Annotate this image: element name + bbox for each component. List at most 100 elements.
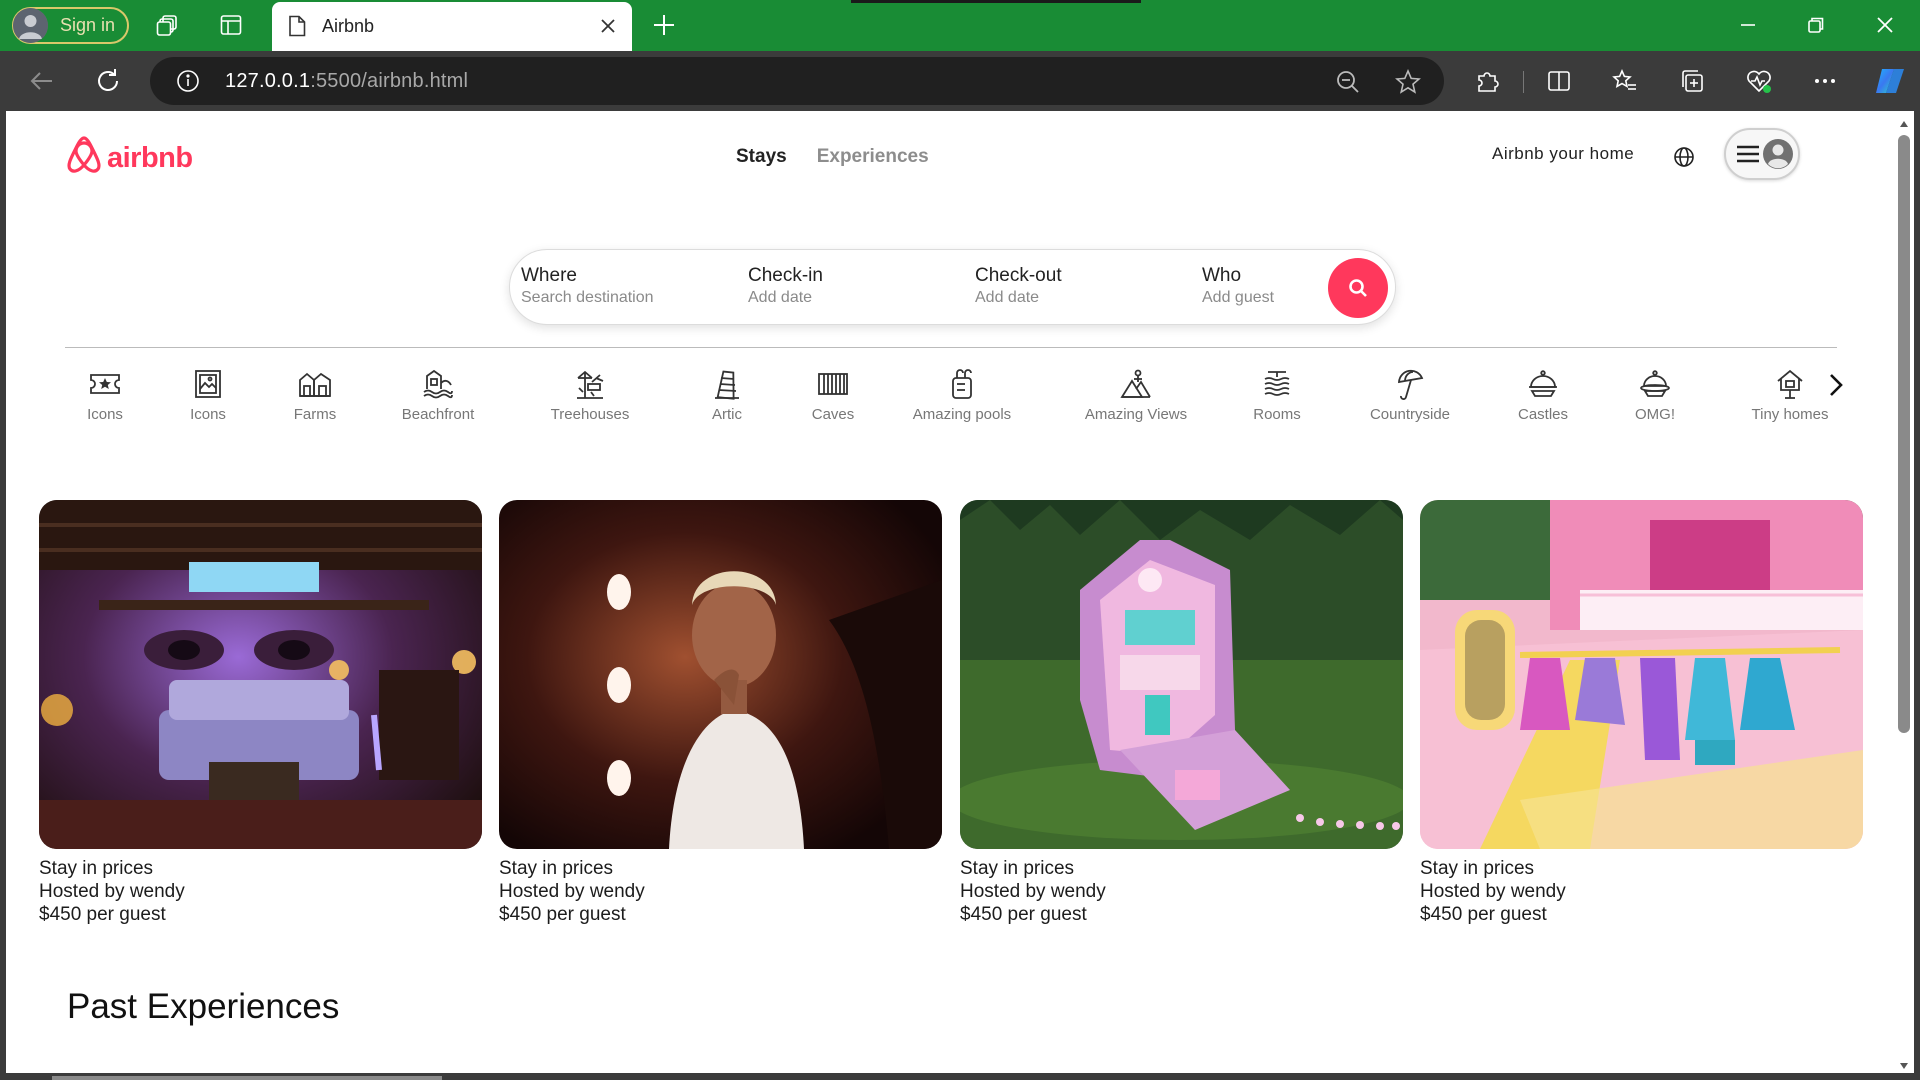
listing-card[interactable]: Stay in prices Hosted by wendy $450 per …: [499, 500, 942, 926]
search-icon: [1348, 278, 1368, 298]
scroll-up-arrow-icon[interactable]: [1899, 116, 1909, 127]
airbnb-your-home-link[interactable]: Airbnb your home: [1492, 144, 1634, 164]
ufo-icon: [1637, 366, 1673, 402]
extensions-icon[interactable]: [1473, 67, 1501, 95]
listing-price: $450 per guest: [39, 904, 166, 925]
star-ticket-icon: [87, 366, 123, 402]
horizontal-scrollbar-thumb[interactable]: [52, 1076, 442, 1080]
logo-wordmark: airbnb: [107, 142, 193, 174]
category-rooms[interactable]: Rooms: [1242, 366, 1312, 423]
minimize-icon[interactable]: [1735, 12, 1761, 38]
category-icons-2[interactable]: Icons: [168, 366, 248, 423]
new-tab-icon[interactable]: [651, 12, 677, 38]
tab-stays[interactable]: Stays: [736, 146, 787, 168]
past-experiences-heading: Past Experiences: [67, 987, 340, 1026]
tab-actions-icon[interactable]: [218, 12, 244, 38]
airbnb-belo-icon: [65, 136, 103, 181]
listing-card[interactable]: Stay in prices Hosted by wendy $450 per …: [1420, 500, 1863, 926]
url-text[interactable]: 127.0.0.1:5500/airbnb.html: [225, 70, 468, 93]
profile-avatar-icon: [13, 8, 48, 43]
zoom-out-icon[interactable]: [1335, 69, 1361, 95]
listing-host: Hosted by wendy: [39, 881, 185, 902]
address-bar[interactable]: 127.0.0.1:5500/airbnb.html: [150, 57, 1444, 105]
grill-icon: [815, 366, 851, 402]
barn-icon: [297, 366, 333, 402]
active-browser-tab[interactable]: Airbnb: [272, 2, 632, 51]
split-screen-icon[interactable]: [1545, 67, 1573, 95]
toolbar-separator: [1523, 71, 1524, 93]
category-amazing-pools[interactable]: Amazing pools: [902, 366, 1022, 423]
umbrella-icon: [1392, 366, 1428, 402]
category-artic[interactable]: Artic: [692, 366, 762, 423]
check-out-field[interactable]: Check-out Add date: [975, 265, 1062, 307]
category-treehouses[interactable]: Treehouses: [535, 366, 645, 423]
signin-label: Sign in: [60, 15, 116, 35]
restore-icon[interactable]: [1803, 12, 1829, 38]
browser-titlebar: Sign in Airbnb: [0, 0, 1920, 51]
collections-icon[interactable]: [1678, 67, 1706, 95]
category-beachfront[interactable]: Beachfront: [383, 366, 493, 423]
scroll-down-arrow-icon[interactable]: [1899, 1058, 1909, 1069]
listing-image-polly-pocket-house[interactable]: [960, 500, 1403, 849]
close-window-icon[interactable]: [1872, 12, 1898, 38]
site-info-icon[interactable]: [176, 69, 200, 93]
category-caves[interactable]: Caves: [798, 366, 868, 423]
tab-experiences[interactable]: Experiences: [817, 146, 929, 168]
listing-card[interactable]: Stay in prices Hosted by wendy $450 per …: [960, 500, 1403, 926]
profile-signin-button[interactable]: Sign in: [12, 7, 129, 44]
refresh-icon[interactable]: [93, 66, 123, 96]
category-label: Icons: [190, 406, 226, 423]
where-label: Where: [521, 265, 577, 286]
where-field[interactable]: Where Search destination: [521, 265, 654, 307]
category-amazing-views[interactable]: Amazing Views: [1071, 366, 1201, 423]
listing-details: Stay in prices Hosted by wendy $450 per …: [39, 857, 482, 926]
tab-title: Airbnb: [322, 16, 375, 36]
category-farms[interactable]: Farms: [275, 366, 355, 423]
mountain-view-icon: [1118, 366, 1154, 402]
framed-picture-icon: [190, 366, 226, 402]
globe-icon[interactable]: [1673, 146, 1695, 168]
listing-host: Hosted by wendy: [960, 881, 1106, 902]
browser-toolbar: 127.0.0.1:5500/airbnb.html: [0, 51, 1920, 111]
category-label: Countryside: [1369, 406, 1451, 423]
more-options-icon[interactable]: [1811, 67, 1839, 95]
listing-image-barbie-closet[interactable]: [1420, 500, 1863, 849]
favorites-icon[interactable]: [1611, 67, 1639, 95]
listing-image-purple-bedroom[interactable]: [39, 500, 482, 849]
listing-title: Stay in prices: [39, 858, 154, 879]
workspaces-icon[interactable]: [155, 12, 181, 38]
category-label: Beachfront: [401, 406, 475, 423]
browser-essentials-icon[interactable]: [1745, 67, 1773, 95]
listing-price: $450 per guest: [960, 904, 1087, 925]
check-in-placeholder: Add date: [748, 289, 813, 306]
check-out-label: Check-out: [975, 265, 1062, 286]
listing-card[interactable]: Stay in prices Hosted by wendy $450 per …: [39, 500, 482, 926]
scrollbar-thumb[interactable]: [1898, 135, 1910, 733]
category-castles[interactable]: Castles: [1503, 366, 1583, 423]
category-omg[interactable]: OMG!: [1620, 366, 1690, 423]
who-field[interactable]: Who Add guest: [1202, 265, 1274, 307]
listing-title: Stay in prices: [960, 858, 1075, 879]
listing-image-portrait-mirror[interactable]: [499, 500, 942, 849]
favorite-star-icon[interactable]: [1395, 68, 1421, 95]
category-countryside[interactable]: Countryside: [1350, 366, 1470, 423]
chevron-right-icon[interactable]: [1822, 372, 1848, 398]
copilot-icon[interactable]: [1872, 63, 1908, 99]
close-tab-icon[interactable]: [598, 16, 618, 36]
search-bar: Where Search destination Check-in Add da…: [509, 249, 1396, 325]
search-button[interactable]: [1328, 258, 1388, 318]
listing-price: $450 per guest: [499, 904, 626, 925]
airbnb-logo[interactable]: airbnb: [65, 136, 193, 181]
page-document-icon: [288, 15, 308, 39]
check-in-field[interactable]: Check-in Add date: [748, 265, 823, 307]
user-menu-button[interactable]: [1724, 128, 1800, 180]
category-label: Icons: [87, 406, 123, 423]
category-label: Artic: [712, 406, 742, 423]
who-placeholder: Add guest: [1202, 289, 1275, 306]
category-label: OMG!: [1635, 406, 1675, 423]
stacked-rooms-icon: [1259, 366, 1295, 402]
category-icons-1[interactable]: Icons: [65, 366, 145, 423]
back-icon[interactable]: [27, 66, 57, 96]
hamburger-icon: [1736, 144, 1760, 164]
main-nav-tabs: Stays Experiences: [736, 146, 959, 168]
